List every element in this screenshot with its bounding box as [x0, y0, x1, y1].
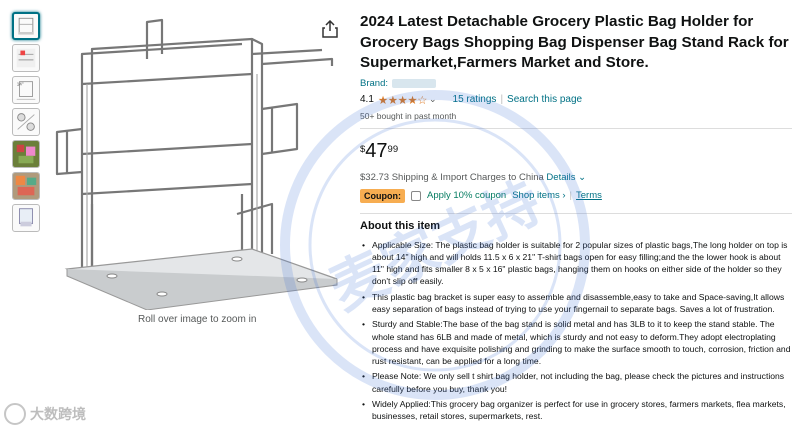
coupon-badge: Coupon:: [360, 188, 405, 203]
thumbnail-6[interactable]: [12, 172, 40, 200]
chevron-down-icon: ⌄: [578, 171, 587, 183]
about-bullet: This plastic bag bracket is super easy t…: [360, 291, 792, 316]
about-bullets: Applicable Size: The plastic bag holder …: [360, 239, 792, 423]
brand-link[interactable]: Brand:: [360, 78, 792, 90]
share-icon[interactable]: [322, 20, 338, 38]
product-image[interactable]: [52, 14, 352, 310]
about-bullet: Please Note: We only sell t shirt bag ho…: [360, 370, 792, 395]
product-info: 2024 Latest Detachable Grocery Plastic B…: [360, 12, 792, 426]
thumbnail-strip: 14": [12, 12, 42, 236]
rating-value: 4.1: [360, 94, 374, 105]
price: $ 47 99: [360, 141, 792, 163]
divider: |: [569, 190, 573, 201]
terms-link[interactable]: Terms: [576, 190, 602, 201]
zoom-hint: Roll over image to zoom in: [138, 314, 257, 325]
shipping-details-link[interactable]: Details ⌄: [546, 172, 586, 183]
chevron-down-icon[interactable]: ⌄: [429, 94, 437, 105]
about-heading: About this item: [360, 219, 441, 232]
shop-items-link[interactable]: Shop items ›: [512, 190, 565, 201]
shipping-details-label: Details: [546, 171, 576, 183]
coupon-apply-text[interactable]: Apply 10% coupon: [427, 190, 506, 201]
star-rating-icon[interactable]: ★★★★☆: [378, 93, 428, 107]
shipping-text: $32.73 Shipping & Import Charges to Chin…: [360, 171, 544, 183]
watermark-logo: 大数跨境: [4, 403, 86, 425]
logo-icon: [4, 403, 26, 425]
price-whole: 47: [365, 139, 388, 162]
divider: [360, 212, 792, 214]
product-title: 2024 Latest Detachable Grocery Plastic B…: [360, 13, 789, 71]
thumbnail-4[interactable]: [12, 108, 40, 136]
watermark-text: 大数跨境: [30, 406, 86, 422]
thumbnail-5[interactable]: [12, 140, 40, 168]
brand-name-redacted: [392, 79, 436, 88]
thumbnail-1[interactable]: [12, 12, 40, 40]
bought-count: 50+ bought in past month: [360, 110, 457, 121]
coupon-checkbox[interactable]: [410, 190, 421, 201]
thumbnail-2[interactable]: [12, 44, 40, 72]
ratings-row: 4.1 ★★★★☆ ⌄ 15 ratings | Search this pag…: [360, 93, 792, 107]
about-bullet: Applicable Size: The plastic bag holder …: [360, 239, 792, 288]
thumbnail-7[interactable]: [12, 204, 40, 232]
thumbnail-3[interactable]: 14": [12, 76, 40, 104]
coupon-row: Coupon: Apply 10% coupon Shop items › | …: [360, 188, 792, 203]
brand-label: Brand:: [360, 78, 388, 89]
about-bullet: Sturdy and Stable:The base of the bag st…: [360, 318, 792, 367]
shipping-info: $32.73 Shipping & Import Charges to Chin…: [360, 172, 792, 183]
ratings-count-link[interactable]: 15 ratings: [453, 94, 497, 105]
search-page-link[interactable]: Search this page: [507, 94, 582, 105]
svg-text:14": 14": [17, 81, 24, 86]
price-fraction: 99: [387, 143, 399, 155]
about-bullet: Widely Applied:This grocery bag organize…: [360, 398, 792, 423]
divider: [360, 127, 792, 129]
divider: |: [500, 94, 504, 105]
